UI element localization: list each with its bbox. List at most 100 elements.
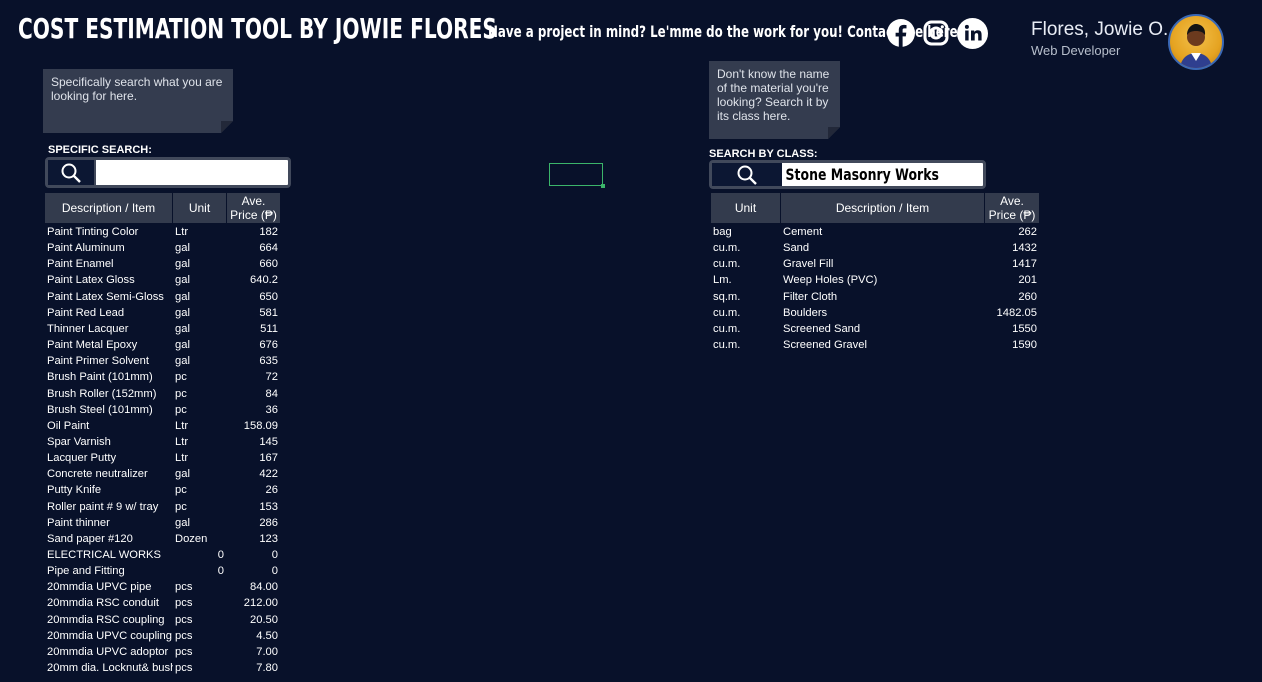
- cell-unit: pcs: [175, 581, 193, 594]
- column-header-unit: Unit: [173, 193, 227, 223]
- table-row[interactable]: Paint Red Lead gal 581: [45, 305, 285, 321]
- cell-unit: pcs: [175, 645, 193, 658]
- profile-name: Flores, Jowie O.: [1031, 19, 1169, 40]
- cell-price: 1432: [1012, 242, 1037, 255]
- cell-description: Brush Roller (152mm): [47, 387, 157, 400]
- cell-description: Gravel Fill: [783, 258, 834, 271]
- selected-cell[interactable]: [549, 163, 605, 188]
- table-row[interactable]: 20mmdia RSC conduit pcs 212.00: [45, 595, 285, 611]
- facebook-icon[interactable]: [887, 19, 915, 47]
- cell-price: 153: [259, 500, 278, 513]
- cell-unit: pc: [175, 387, 187, 400]
- cell-description: Thinner Lacquer: [47, 322, 129, 335]
- table-row[interactable]: Spar Varnish Ltr 145: [45, 434, 285, 450]
- cell-price: 158.09: [243, 419, 278, 432]
- table-row[interactable]: Paint Tinting Color Ltr 182: [45, 224, 285, 240]
- cell-unit: cu.m.: [713, 322, 741, 335]
- specific-search-label: SPECIFIC SEARCH:: [48, 144, 152, 156]
- linkedin-icon[interactable]: [957, 18, 988, 49]
- cell-description: Boulders: [783, 306, 828, 319]
- table-row[interactable]: cu.m. Boulders 1482.05: [711, 305, 1041, 321]
- cell-unit: gal: [175, 339, 190, 352]
- table-row[interactable]: Sand paper #120 Dozen 123: [45, 531, 285, 547]
- instagram-icon[interactable]: [922, 19, 950, 47]
- table-row[interactable]: 20mmdia UPVC pipe pcs 84.00: [45, 579, 285, 595]
- cell-description: 20mmdia UPVC adoptor: [47, 645, 169, 658]
- cell-unit: gal: [175, 355, 190, 368]
- cell-price: 145: [259, 435, 278, 448]
- cell-description: Oil Paint: [47, 419, 90, 432]
- cell-unit: pcs: [175, 597, 193, 610]
- table-row[interactable]: ELECTRICAL WORKS 0 0: [45, 547, 285, 563]
- cell-unit: pc: [175, 500, 187, 513]
- column-header-price: Ave. Price (₱): [988, 194, 1036, 222]
- cell-price: 260: [1018, 290, 1037, 303]
- cell-unit: gal: [175, 290, 190, 303]
- table-row[interactable]: Lacquer Putty Ltr 167: [45, 450, 285, 466]
- table-row[interactable]: Oil Paint Ltr 158.09: [45, 418, 285, 434]
- table-row[interactable]: Thinner Lacquer gal 511: [45, 321, 285, 337]
- table-row[interactable]: Brush Steel (101mm) pc 36: [45, 402, 285, 418]
- cell-price: 167: [259, 452, 278, 465]
- table-row[interactable]: Paint Primer Solvent gal 635: [45, 353, 285, 369]
- cell-description: Weep Holes (PVC): [783, 274, 878, 287]
- cell-price: 664: [259, 242, 278, 255]
- table-row[interactable]: cu.m. Screened Gravel 1590: [711, 337, 1041, 353]
- cell-unit: Dozen: [175, 532, 208, 545]
- specific-search-input[interactable]: [98, 160, 288, 185]
- table-row[interactable]: Paint Enamel gal 660: [45, 256, 285, 272]
- table-row[interactable]: Brush Roller (152mm) pc 84: [45, 386, 285, 402]
- profile-role: Web Developer: [1031, 43, 1121, 58]
- table-row[interactable]: sq.m. Filter Cloth 260: [711, 289, 1041, 305]
- cell-unit: gal: [175, 306, 190, 319]
- table-row[interactable]: Paint Metal Epoxy gal 676: [45, 337, 285, 353]
- search-icon[interactable]: [48, 160, 96, 185]
- table-row[interactable]: 20mmdia UPVC coupling pcs 4.50: [45, 628, 285, 644]
- cell-description: Paint thinner: [47, 516, 110, 529]
- cell-unit: Ltr: [175, 226, 189, 238]
- cell-unit: pc: [175, 371, 187, 384]
- table-row[interactable]: 20mmdia UPVC adoptor pcs 7.00: [45, 644, 285, 660]
- cell-description: 20mm dia. Locknut& bushing: [47, 662, 173, 675]
- cell-description: 20mmdia RSC conduit: [47, 597, 159, 610]
- search-icon[interactable]: [712, 163, 782, 186]
- cell-unit: 0: [217, 565, 224, 578]
- table-row[interactable]: Roller paint # 9 w/ tray pc 153: [45, 499, 285, 515]
- table-row[interactable]: cu.m. Sand 1432: [711, 240, 1041, 256]
- cell-price: 262: [1018, 226, 1037, 238]
- cell-price: 7.80: [256, 662, 278, 675]
- column-header-description: Description / Item: [45, 193, 173, 223]
- table-row[interactable]: Pipe and Fitting 0 0: [45, 563, 285, 579]
- table-row[interactable]: cu.m. Screened Sand 1550: [711, 321, 1041, 337]
- cell-price: 4.50: [256, 629, 278, 642]
- table-row[interactable]: Lm. Weep Holes (PVC) 201: [711, 272, 1041, 288]
- table-row[interactable]: 20mm dia. Locknut& bushingpcs 7.80: [45, 660, 285, 676]
- table-row[interactable]: cu.m. Gravel Fill 1417: [711, 256, 1041, 272]
- table-row[interactable]: 20mmdia RSC coupling pcs 20.50: [45, 612, 285, 628]
- cell-price: 123: [259, 532, 278, 545]
- cell-unit: cu.m.: [713, 306, 741, 319]
- cell-description: Roller paint # 9 w/ tray: [47, 500, 159, 513]
- cell-unit: 0: [217, 549, 224, 561]
- cell-unit: gal: [175, 242, 190, 255]
- cell-price: 182: [259, 226, 278, 238]
- page-title: COST ESTIMATION TOOL BY JOWIE FLORES: [18, 12, 497, 45]
- table-row[interactable]: Concrete neutralizer gal 422: [45, 466, 285, 482]
- table-row[interactable]: Paint Latex Gloss gal 640.2: [45, 272, 285, 288]
- class-dropdown-value[interactable]: Stone Masonry Works: [784, 163, 939, 186]
- class-search-hint: Don't know the name of the material you'…: [709, 61, 840, 139]
- table-row[interactable]: Paint thinner gal 286: [45, 515, 285, 531]
- cell-unit: Lm.: [713, 274, 732, 287]
- cell-description: ELECTRICAL WORKS: [47, 549, 161, 561]
- cell-unit: gal: [175, 274, 190, 287]
- table-row[interactable]: Brush Paint (101mm) pc 72: [45, 369, 285, 385]
- table-row[interactable]: Putty Knife pc 26: [45, 482, 285, 498]
- cell-description: Putty Knife: [47, 484, 102, 497]
- cell-unit: gal: [175, 322, 190, 335]
- table-row[interactable]: Paint Aluminum gal 664: [45, 240, 285, 256]
- class-search-box: Stone Masonry Works: [709, 160, 986, 189]
- cell-unit: gal: [175, 258, 190, 271]
- table-row[interactable]: Paint Latex Semi-Gloss gal 650: [45, 289, 285, 305]
- table-row[interactable]: bag Cement 262: [711, 224, 1041, 240]
- cell-description: Concrete neutralizer: [47, 468, 148, 481]
